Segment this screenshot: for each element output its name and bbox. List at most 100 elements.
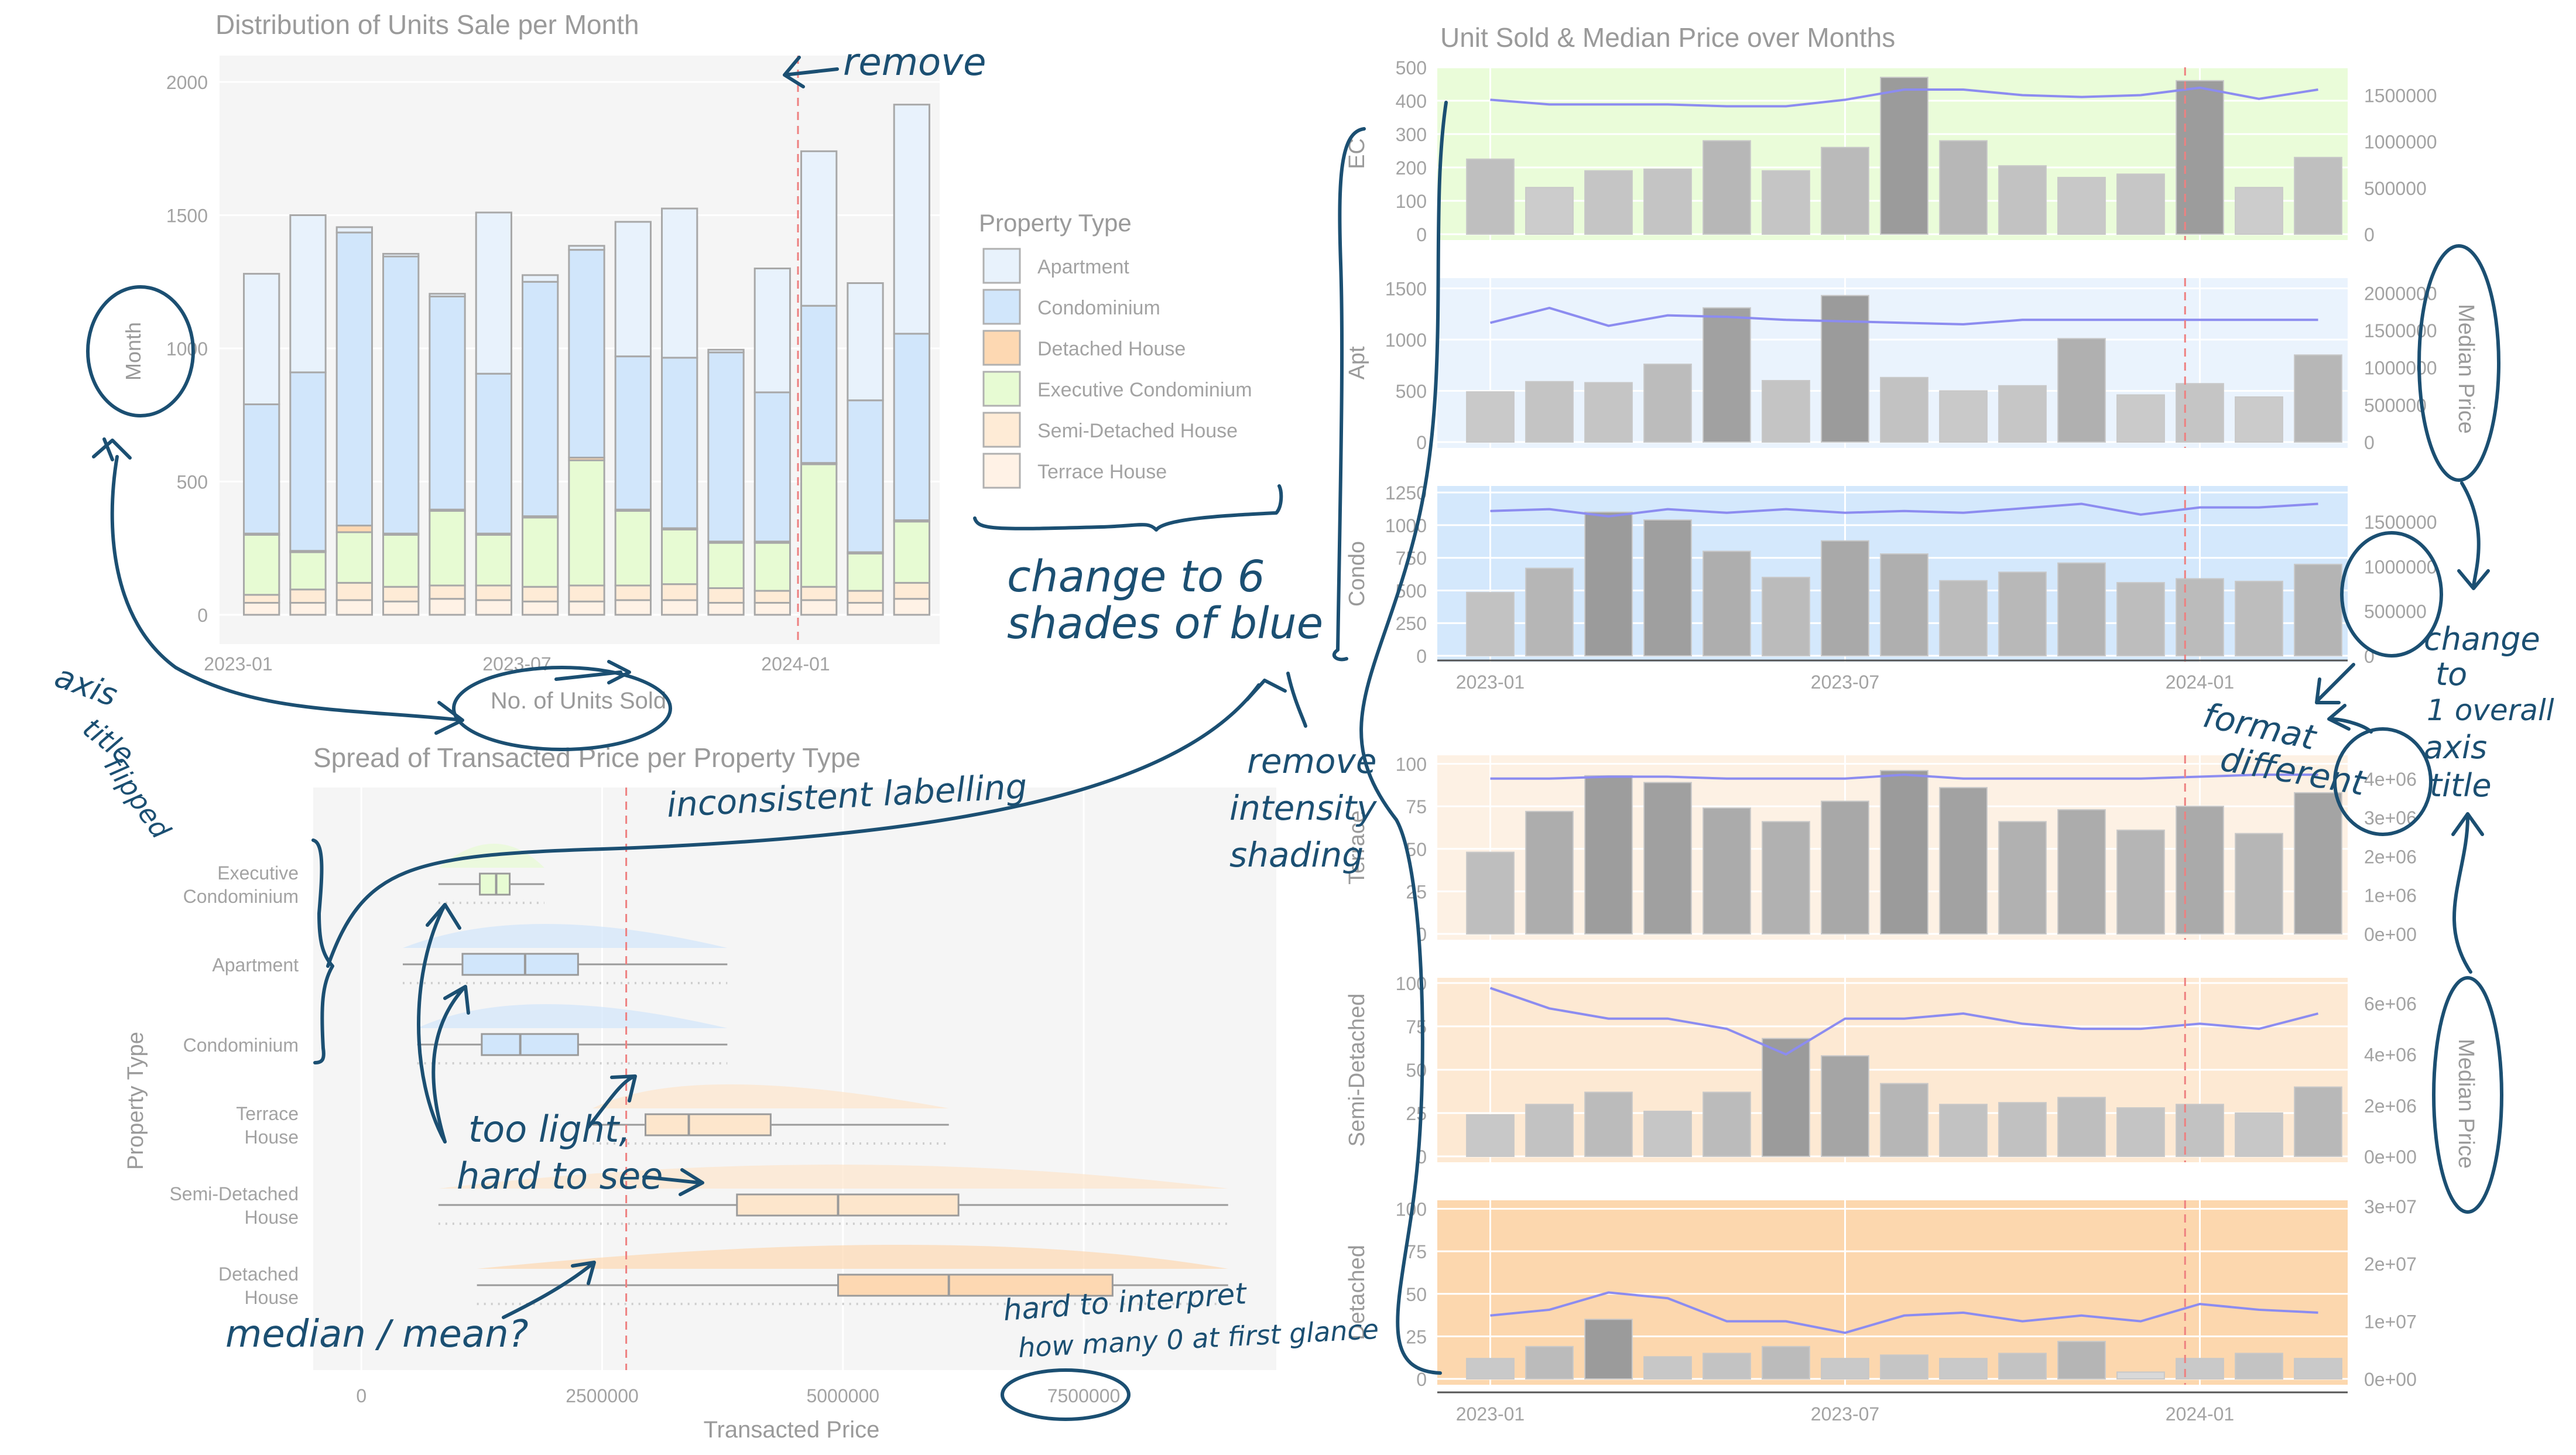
units-sale-bar-segment	[800, 463, 838, 588]
units-sale-bar-segment	[800, 599, 838, 616]
unit-price-title: Unit Sold & Median Price over Months	[1440, 22, 1895, 53]
facet-bar	[1703, 140, 1751, 235]
note-remove: remove	[843, 41, 986, 84]
legend-title: Property Type	[979, 209, 1132, 237]
facet-y2tick: 0e+00	[2364, 924, 2417, 945]
facet-y2tick: 0e+00	[2364, 1369, 2417, 1390]
legend-swatch	[982, 371, 1021, 407]
facet-bar	[1584, 170, 1633, 235]
units-sale-bar-segment	[707, 351, 745, 543]
facet-ytick: 25	[1406, 1103, 1427, 1124]
price-spread-box	[736, 1193, 960, 1217]
facet-bar	[1466, 1114, 1515, 1157]
units-sale-bar-segment	[847, 552, 884, 592]
units-sale-ylabel: Month	[121, 322, 145, 381]
facet-xtick: 2024-01	[2166, 1403, 2234, 1425]
note-title-2: title	[2430, 767, 2492, 804]
units-sale-bar-segment	[243, 534, 280, 596]
facet-bar	[2116, 829, 2165, 935]
facet-bar	[2294, 563, 2342, 656]
facet-y2tick: 1000000	[2364, 358, 2437, 379]
units-sale-bar-segment	[753, 268, 791, 393]
legend-label: Condominium	[1037, 297, 1160, 319]
units-sale-bar-segment	[335, 226, 373, 234]
facet-y2tick: 3e+07	[2364, 1196, 2417, 1217]
units-sale-bar-segment	[661, 583, 698, 601]
facet-bar	[1939, 390, 1988, 443]
units-sale-bar-segment	[429, 510, 466, 587]
facet-bar	[1525, 1104, 1574, 1157]
facet-ytick: 50	[1406, 1284, 1427, 1305]
units-sale-bar-segment	[289, 602, 327, 616]
units-sale-bar-segment	[475, 534, 512, 587]
facet-bar	[1998, 571, 2047, 656]
facet-bar	[1584, 382, 1633, 443]
facet-y2tick: 1500000	[2364, 85, 2437, 107]
facet-bar	[2176, 1358, 2224, 1379]
price-spread-box	[461, 953, 579, 976]
facet-bar	[2294, 156, 2342, 235]
facet-bar	[2057, 177, 2106, 235]
facet-y2tick: 4e+06	[2364, 1045, 2417, 1066]
units-sale-bar-segment	[289, 214, 327, 374]
facet-y2tick: 0	[2364, 432, 2375, 453]
units-sale-bar-segment	[661, 357, 698, 529]
facet-xtick: 2023-01	[1456, 1403, 1525, 1425]
units-sale-bar-segment	[661, 207, 698, 359]
facet-y2tick: 1000000	[2364, 556, 2437, 577]
facet-ytick: 0	[1416, 224, 1427, 245]
price-spread-box	[645, 1113, 772, 1136]
facet-bar	[1998, 821, 2047, 935]
facet-ytick: 300	[1396, 124, 1427, 145]
units-sale-bar-segment	[382, 600, 420, 616]
note-too-light-l2: hard to see	[457, 1155, 663, 1197]
units-sale-bar-segment	[753, 602, 791, 616]
facet-bar	[1584, 1091, 1633, 1157]
facet-ytick: 75	[1406, 1241, 1427, 1262]
facet-bar	[1703, 1353, 1751, 1379]
units-sale-bar-segment	[614, 584, 652, 601]
facet-bar	[1643, 1356, 1692, 1379]
facet-y2tick: 0e+00	[2364, 1146, 2417, 1168]
facet-xtick: 2023-07	[1811, 672, 1879, 693]
note-median-mean: median / mean?	[225, 1313, 529, 1356]
facet-bar	[2057, 1341, 2106, 1379]
note-axis: axis	[50, 658, 122, 714]
units-sale-xtick: 2024-01	[761, 653, 830, 675]
note-1-overall: 1 overall	[2427, 693, 2554, 727]
facet-ytick: 1000	[1385, 330, 1427, 351]
facet-bar	[1939, 1358, 1988, 1379]
units-sale-bar-segment	[568, 245, 605, 251]
facet-y2tick: 2e+06	[2364, 1095, 2417, 1117]
facet-y2tick: 0	[2364, 224, 2375, 245]
units-sale-title: Distribution of Units Sale per Month	[215, 9, 639, 40]
facet-y2tick: 500000	[2364, 395, 2427, 416]
units-sale-xlabel: No. of Units Sold	[491, 688, 666, 714]
facet-ytick: 75	[1406, 796, 1427, 817]
facet-bar	[1880, 376, 1928, 443]
units-sale-bar-segment	[568, 459, 605, 587]
units-sale-bar-segment	[753, 590, 791, 604]
legend-label: Apartment	[1037, 256, 1129, 278]
price-spread-xtick: 2500000	[566, 1385, 639, 1406]
arrow-month-up	[92, 437, 132, 461]
facet-bar	[1525, 1346, 1574, 1380]
units-sale-ytick: 2000	[166, 72, 208, 93]
facet-ytick: 200	[1396, 158, 1427, 179]
facet-bar	[1880, 553, 1928, 656]
facet-bar	[1703, 550, 1751, 656]
facet-bar	[1821, 800, 1869, 935]
facet-bar	[1998, 1353, 2047, 1379]
facet-bar	[1998, 385, 2047, 443]
facet-ytick: 1250	[1385, 482, 1427, 504]
note-remove-intensity-l1: remove	[1247, 741, 1377, 781]
units-sale-bar-segment	[382, 255, 420, 535]
facet-bar	[2116, 1371, 2165, 1379]
units-sale-bar-segment	[800, 150, 838, 307]
facet-bar	[1466, 591, 1515, 656]
units-sale-bar-segment	[893, 521, 930, 584]
units-sale-bar-segment	[382, 252, 420, 258]
note-to: to	[2435, 656, 2467, 693]
price-spread-category-label: House	[245, 1207, 299, 1228]
facet-bar	[1821, 540, 1869, 657]
